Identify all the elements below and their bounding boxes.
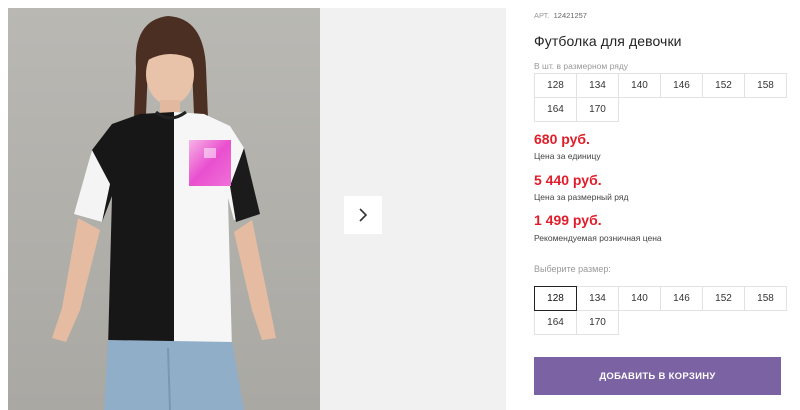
product-photo xyxy=(8,8,320,410)
price-unit-note: Цена за единицу xyxy=(534,151,601,161)
product-gallery xyxy=(8,8,506,410)
size-option[interactable]: 164 xyxy=(534,310,577,335)
add-to-cart-button[interactable]: ДОБАВИТЬ В КОРЗИНУ xyxy=(534,357,781,395)
price-retail-note: Рекомендуемая розничная цена xyxy=(534,233,662,243)
size-row-cell: 128 xyxy=(534,73,577,98)
chevron-right-icon xyxy=(359,208,368,222)
size-row-label: В шт. в размерном ряду xyxy=(534,61,629,71)
size-select-label: Выберите размер: xyxy=(534,264,611,274)
size-row-cell: 146 xyxy=(660,73,703,98)
sku-label: АРТ. xyxy=(534,11,550,20)
size-option[interactable]: 140 xyxy=(618,286,661,311)
size-option[interactable]: 152 xyxy=(702,286,745,311)
size-option[interactable]: 170 xyxy=(576,310,619,335)
sku-value: 12421257 xyxy=(553,11,587,20)
size-row-grid: 128 134 140 146 152 158 164 170 xyxy=(534,73,787,122)
size-row-cell: 134 xyxy=(576,73,619,98)
price-unit: 680 руб. xyxy=(534,131,590,147)
size-option[interactable]: 146 xyxy=(660,286,703,311)
size-row-cell: 158 xyxy=(744,73,787,98)
size-row-cell: 140 xyxy=(618,73,661,98)
price-retail: 1 499 руб. xyxy=(534,212,602,228)
size-option[interactable]: 134 xyxy=(576,286,619,311)
size-select-grid: 128 134 140 146 152 158 164 170 xyxy=(534,286,787,335)
size-row-cell: 152 xyxy=(702,73,745,98)
size-row-cell: 164 xyxy=(534,97,577,122)
price-size-row: 5 440 руб. xyxy=(534,172,602,188)
size-row-cell: 170 xyxy=(576,97,619,122)
size-option[interactable]: 158 xyxy=(744,286,787,311)
size-option-selected[interactable]: 128 xyxy=(534,286,577,311)
product-title: Футболка для девочки xyxy=(534,33,682,49)
price-size-row-note: Цена за размерный ряд xyxy=(534,192,629,202)
product-sku: АРТ. 12421257 xyxy=(534,11,587,20)
gallery-next-button[interactable] xyxy=(344,196,382,234)
